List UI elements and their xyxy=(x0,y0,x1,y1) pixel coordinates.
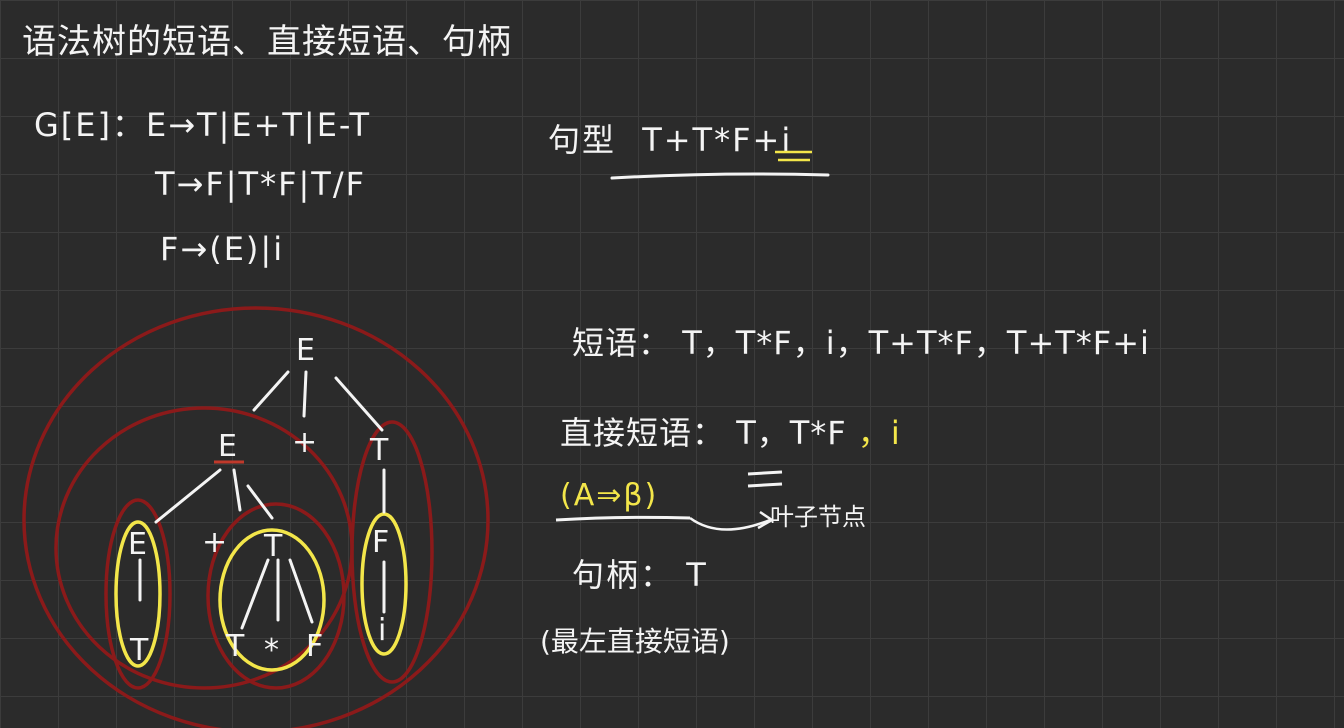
tree-node-l3-b: T xyxy=(225,629,245,664)
derive-underline xyxy=(555,515,691,522)
tree-node-l2-b: + xyxy=(202,525,227,560)
tree-node-l3-c: * xyxy=(264,633,279,668)
tree-node-l2-d: F xyxy=(372,525,389,560)
tree-node-l3-a: T xyxy=(129,633,149,668)
syntax-tree-diagram: E E + T E + T F T T * F i xyxy=(22,150,830,728)
tree-node-l2-c: T xyxy=(263,529,283,564)
tree-node-l1-mid: + xyxy=(292,425,317,460)
tree-node-l2-a: E xyxy=(128,527,147,562)
handle-double-underline-1 xyxy=(747,470,783,476)
tree-node-l1-left: E xyxy=(218,429,237,464)
leaf-arrow-head xyxy=(757,510,775,530)
tree-node-l1-right: T xyxy=(369,433,389,468)
handle-double-underline-2 xyxy=(747,482,783,488)
tree-node-root: E xyxy=(296,333,315,368)
sentential-form-underline xyxy=(610,172,830,180)
tree-node-l3-d: F xyxy=(306,629,323,664)
tree-node-l3-e: i xyxy=(378,613,386,648)
